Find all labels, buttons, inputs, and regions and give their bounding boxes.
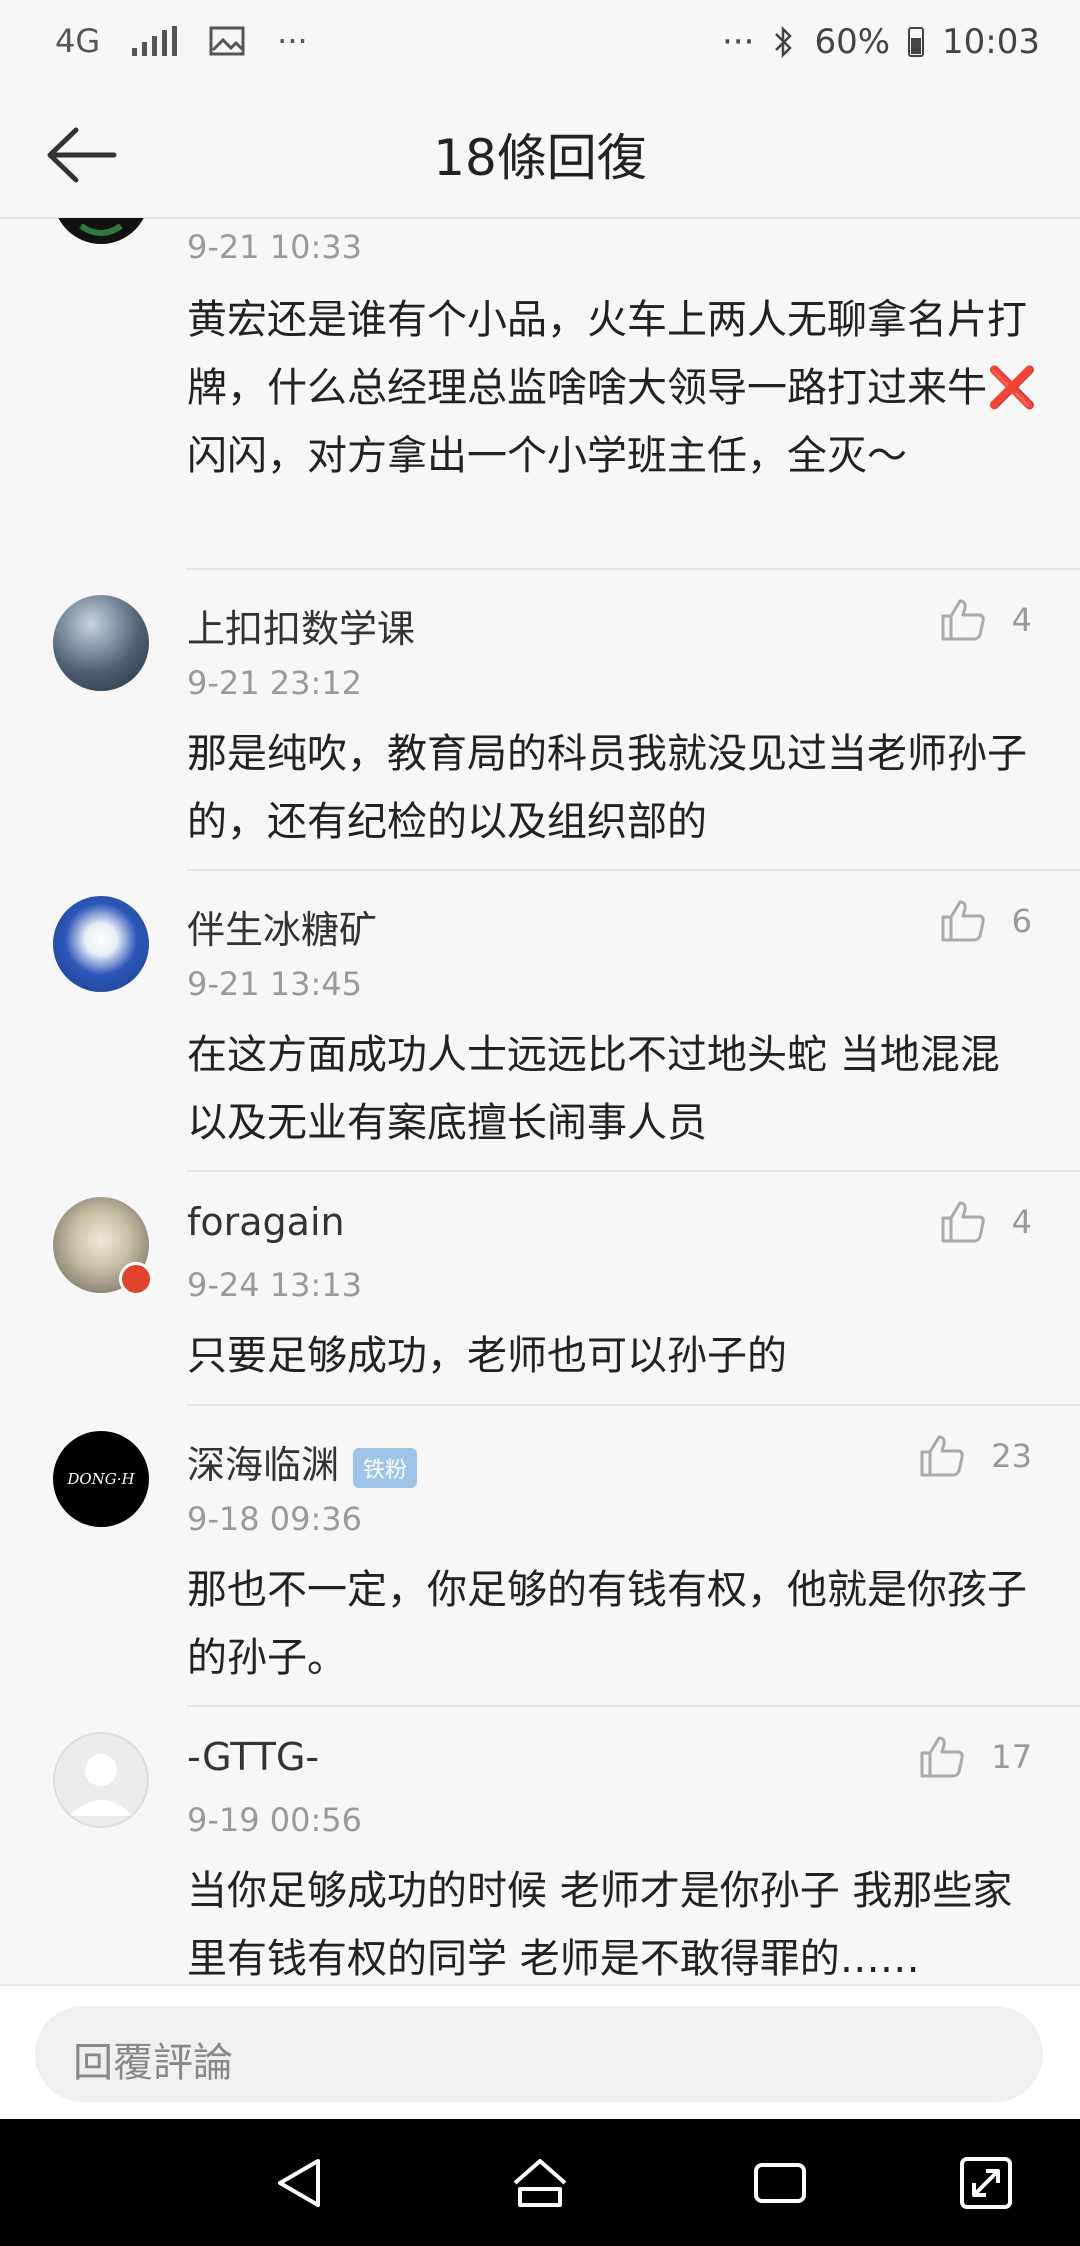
avatar-logo: DONG·H	[67, 1470, 135, 1488]
nav-expand-icon[interactable]	[956, 2153, 1016, 2213]
divider	[187, 1705, 1080, 1707]
like-button[interactable]: 4	[940, 1200, 1032, 1244]
nav-recents-icon[interactable]	[750, 2153, 810, 2213]
avatar[interactable]	[53, 1732, 149, 1828]
avatar[interactable]	[53, 896, 149, 992]
network-indicator: 4G	[55, 22, 101, 60]
thumbs-up-icon	[920, 1736, 964, 1778]
comment-list[interactable]: 9-21 10:33 黄宏还是谁有个小品，火车上两人无聊拿名片打牌，什么总经理总…	[0, 218, 1080, 1984]
avatar[interactable]: DONG·H	[53, 1431, 149, 1527]
divider	[187, 568, 1080, 570]
like-count: 4	[1011, 1203, 1032, 1241]
battery-level: 60%	[814, 22, 891, 62]
divider	[187, 1404, 1080, 1406]
comment-text: 那也不一定，你足够的有钱有权，他就是你孩子的孙子。	[187, 1567, 1027, 1681]
image-icon	[209, 26, 245, 56]
thumbs-up-icon	[920, 1435, 964, 1477]
thumbs-up-icon	[941, 599, 985, 641]
fan-badge: 铁粉	[353, 1447, 418, 1488]
comment-time: 9-21 10:33	[187, 228, 363, 266]
reply-bar: 回覆評論	[0, 1984, 1080, 2121]
system-nav-bar	[0, 2119, 1080, 2246]
like-count: 17	[991, 1738, 1032, 1776]
comment-time: 9-21 13:45	[187, 965, 363, 1003]
reply-placeholder: 回覆評論	[73, 2040, 233, 2086]
more-status: ···	[722, 22, 755, 62]
comment-time: 9-24 13:13	[187, 1266, 363, 1304]
divider	[187, 869, 1080, 871]
comment-text: 在这方面成功人士远远比不过地头蛇 当地混混 以及无业有案底擅长闹事人员	[187, 1032, 1000, 1146]
clock: 10:03	[942, 22, 1040, 62]
like-count: 4	[1011, 601, 1032, 639]
like-button[interactable]: 4	[940, 598, 1032, 642]
wreath-icon	[79, 223, 123, 236]
comment-time: 9-18 09:36	[187, 1500, 363, 1538]
comment-text: 那是纯吹，教育局的科员我就没见过当老师孙子的，还有纪检的以及组织部的	[187, 731, 1027, 845]
comment-author[interactable]: foragain	[187, 1200, 345, 1244]
comment-time: 9-19 00:56	[187, 1801, 363, 1839]
comment-text: 当你足够成功的时候 老师才是你孙子 我那些家里有钱有权的同学 老师是不敢得罪的……	[187, 1868, 1013, 1982]
comment-time: 9-21 23:12	[187, 664, 363, 702]
like-button[interactable]: 23	[919, 1434, 1032, 1478]
comment-text: 只要足够成功，老师也可以孙子的	[187, 1333, 787, 1379]
nav-back-icon[interactable]	[270, 2153, 330, 2213]
avatar[interactable]	[53, 218, 149, 244]
comment-author[interactable]: 伴生冰糖矿	[187, 899, 377, 954]
reply-input[interactable]: 回覆評論	[35, 2006, 1043, 2102]
bluetooth-icon	[775, 25, 793, 59]
more-notifications: ···	[277, 22, 308, 60]
like-count: 23	[991, 1437, 1032, 1475]
thumbs-up-icon	[941, 1201, 985, 1243]
comment-author[interactable]: 深海临渊 铁粉	[187, 1434, 418, 1489]
status-bar: 4G ··· ··· 60% 10:03	[0, 0, 1080, 90]
author-name: 深海临渊	[187, 1443, 340, 1487]
signal-icon	[132, 26, 178, 56]
divider	[187, 1170, 1080, 1172]
like-button[interactable]: 6	[940, 899, 1032, 943]
battery-icon	[908, 27, 925, 57]
like-button[interactable]: 17	[919, 1735, 1032, 1779]
vip-badge-icon	[119, 1262, 153, 1296]
comment-author[interactable]: 上扣扣数学课	[187, 598, 415, 653]
like-count: 6	[1011, 902, 1032, 940]
comment-text: 黄宏还是谁有个小品，火车上两人无聊拿名片打牌，什么总经理总监啥啥大领导一路打过来…	[187, 297, 1037, 479]
header: 18條回復	[0, 90, 1080, 219]
avatar[interactable]	[53, 595, 149, 691]
default-avatar-icon	[69, 1754, 133, 1816]
thumbs-up-icon	[941, 900, 985, 942]
page-title: 18條回復	[433, 129, 647, 187]
nav-home-icon[interactable]	[510, 2153, 570, 2213]
comment-author[interactable]: -GTTG-	[187, 1735, 319, 1779]
